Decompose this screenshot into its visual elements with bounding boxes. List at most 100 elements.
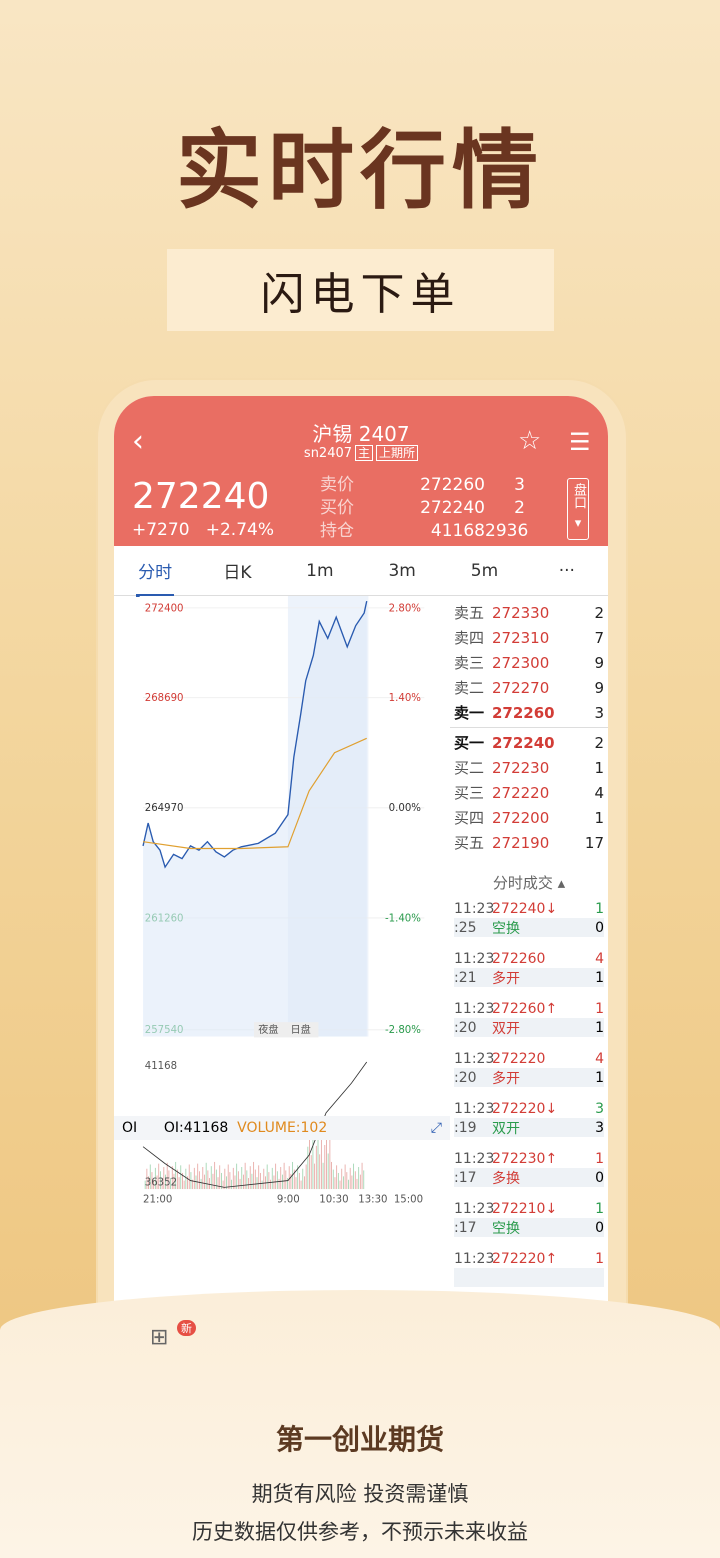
tick-kind: 双开 [492, 1120, 520, 1137]
tick-sec: :25 [454, 919, 477, 936]
volume-bar [232, 1167, 234, 1190]
level-price: 272230 [492, 758, 550, 777]
star-icon[interactable]: ☆ [518, 426, 541, 456]
menu-icon[interactable]: ☰ [569, 428, 591, 456]
level-price: 272220 [492, 783, 550, 802]
tab-3[interactable]: 3m [361, 561, 443, 581]
volume-bar [204, 1174, 205, 1190]
expand-icon[interactable]: ⤢ [431, 1120, 442, 1136]
tick-list: 分时成交 ▴ 11:23 272240↓ 1:25 空换 0 11:23 272260 4:21… [450, 866, 608, 1318]
tick-item: 11:23 272260↑ 1:20 双开 1 [450, 999, 608, 1049]
level-label: 卖一 [454, 704, 485, 722]
tab-4[interactable]: 5m [443, 561, 525, 581]
level-price: 272260 [492, 703, 555, 722]
orderbook-row[interactable]: 买二 272230 1 [450, 755, 608, 780]
tick-time: 11:23 [454, 1250, 495, 1267]
tab-2[interactable]: 1m [279, 561, 361, 581]
volume-bar [283, 1162, 285, 1190]
x-tick: 13:30 [358, 1195, 387, 1206]
orderbook-row[interactable]: 买四 272200 1 [450, 805, 608, 830]
volume-bar [198, 1171, 200, 1190]
pankou-button[interactable]: 盘口▾ [567, 478, 589, 540]
volume-bar [258, 1165, 260, 1190]
quote-row: 持仓 411682936 [320, 520, 528, 543]
volume-bar [222, 1180, 224, 1190]
orderbook-row[interactable]: 买五 272190 17 [450, 830, 608, 855]
volume-bar [334, 1177, 336, 1190]
grid-icon[interactable]: ⊞ [150, 1325, 168, 1350]
tick-kind: 多开 [492, 970, 520, 987]
volume-bar [319, 1154, 321, 1190]
ticks-header[interactable]: 分时成交 ▴ [450, 866, 608, 899]
volume-bar [212, 1173, 214, 1190]
quote-row: 卖价 272260 3 [320, 474, 525, 497]
orderbook-row[interactable]: 卖二 272270 9 [450, 675, 608, 700]
tab-1[interactable]: 日K [196, 558, 278, 583]
quote-row: 买价 272240 2 [320, 497, 525, 520]
tick-item: 11:23 272220↓ 3:19 双开 3 [450, 1099, 608, 1149]
volume-bar [185, 1168, 187, 1190]
orderbook-row[interactable]: 卖三 272300 9 [450, 650, 608, 675]
volume-bar [209, 1178, 210, 1190]
volume-bar [337, 1172, 339, 1190]
level-label: 卖二 [454, 679, 485, 697]
tab-5[interactable]: ··· [526, 561, 608, 581]
subheadline: 闪电下单 [167, 249, 554, 331]
tick-qty: 3 [595, 1100, 604, 1117]
volume-bar [200, 1178, 202, 1190]
volume-bar [207, 1170, 209, 1190]
y-tick-right: -1.40% [385, 913, 421, 924]
y-tick-left: 264970 [145, 803, 184, 814]
tick-qty: 4 [595, 1050, 604, 1067]
volume-bar [180, 1165, 182, 1190]
volume-bar [202, 1167, 204, 1190]
level-price: 272200 [492, 808, 550, 827]
session-label: 夜盘 [258, 1023, 278, 1036]
level-price: 272330 [492, 603, 550, 622]
quote-value: 41168 [430, 521, 485, 541]
volume-bar [239, 1178, 241, 1190]
volume-bar [310, 1155, 312, 1190]
volume-bar [285, 1170, 287, 1190]
tick-price: 272220↑ [492, 1250, 558, 1267]
orderbook-row[interactable]: 卖一 272260 3 [450, 700, 608, 725]
tick-qty2: 1 [595, 969, 604, 986]
volume-bar [270, 1179, 271, 1190]
tick-qty2: 0 [595, 1219, 604, 1236]
level-label: 买五 [454, 834, 485, 852]
volume-bar [332, 1169, 334, 1190]
orderbook-row[interactable]: 卖五 272330 2 [450, 600, 608, 625]
volume-bar [327, 1153, 329, 1190]
last-price: 272240 [132, 476, 270, 517]
tick-sec: :19 [454, 1119, 477, 1136]
volume-bar [224, 1168, 226, 1190]
quote-label: 买价 [320, 498, 354, 518]
volume-bar [263, 1168, 265, 1190]
volume-bar [266, 1164, 268, 1190]
tick-time: 11:23 [454, 1200, 495, 1217]
volume-bar [295, 1177, 297, 1190]
x-tick: 10:30 [319, 1195, 348, 1206]
level-label: 卖四 [454, 629, 485, 647]
tick-qty2: 0 [595, 919, 604, 936]
tick-sec: :20 [454, 1019, 477, 1036]
volume-bar [329, 1135, 331, 1190]
volume-bar [305, 1164, 307, 1190]
volume-bar [282, 1174, 283, 1190]
orderbook-row[interactable]: 卖四 272310 7 [450, 625, 608, 650]
tick-item: 11:23 272210↓ 1:17 空换 0 [450, 1199, 608, 1249]
level-qty: 7 [594, 628, 604, 647]
volume-bar [259, 1172, 261, 1190]
new-badge: 新 [177, 1320, 196, 1336]
level-price: 272300 [492, 653, 550, 672]
tick-kind: 多开 [492, 1070, 520, 1087]
volume-bar [271, 1167, 273, 1190]
tick-kind: 多换 [492, 1170, 520, 1187]
tick-time: 11:23 [454, 1050, 495, 1067]
orderbook-row[interactable]: 买一 272240 2 [450, 730, 608, 755]
volume-bar [287, 1178, 288, 1190]
level-label: 买一 [454, 734, 485, 752]
tab-0[interactable]: 分时 [114, 558, 196, 597]
orderbook-row[interactable]: 买三 272220 4 [450, 780, 608, 805]
y-tick-left: 272400 [145, 603, 184, 614]
